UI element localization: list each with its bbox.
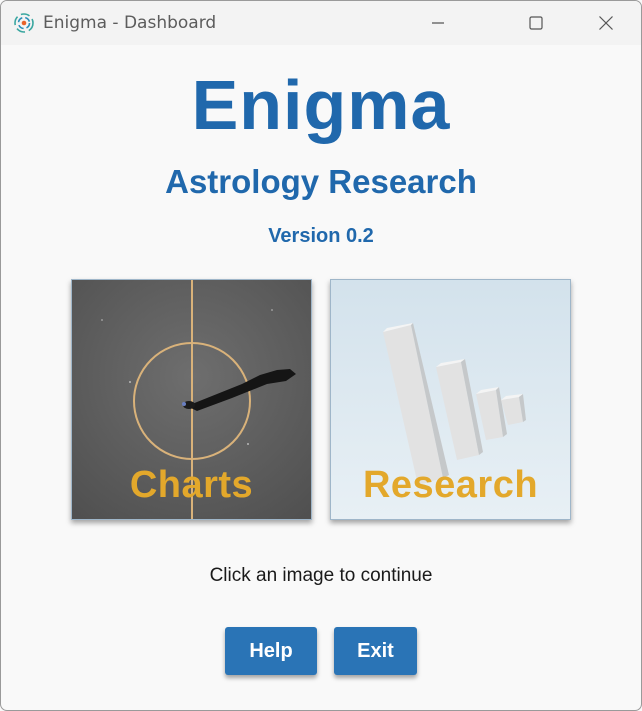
maximize-icon: [529, 16, 543, 30]
window-title: Enigma - Dashboard: [43, 13, 217, 33]
app-window: Enigma - Dashboard Enigma Astrology Rese…: [0, 0, 642, 711]
research-label: Research: [362, 464, 539, 506]
minimize-icon: [432, 22, 444, 24]
version-label: Version 0.2: [268, 225, 374, 247]
exit-button[interactable]: Exit: [334, 627, 417, 675]
instruction-text: Click an image to continue: [209, 565, 433, 586]
charts-label: Charts: [129, 464, 254, 506]
help-button[interactable]: Help: [225, 627, 317, 675]
enigma-logo-icon: [13, 12, 35, 34]
subtitle-heading: Astrology Research: [165, 163, 477, 200]
maximize-button[interactable]: [501, 1, 571, 45]
title-bar[interactable]: Enigma - Dashboard: [1, 1, 641, 45]
research-tile[interactable]: Research: [330, 279, 571, 520]
dashboard-content: Enigma Astrology Research Version 0.2 Ch…: [1, 45, 641, 710]
minimize-button[interactable]: [403, 1, 473, 45]
close-button[interactable]: [571, 1, 641, 45]
close-icon: [599, 16, 613, 30]
app-name-heading: Enigma: [191, 66, 451, 144]
charts-tile[interactable]: Charts: [71, 279, 312, 520]
